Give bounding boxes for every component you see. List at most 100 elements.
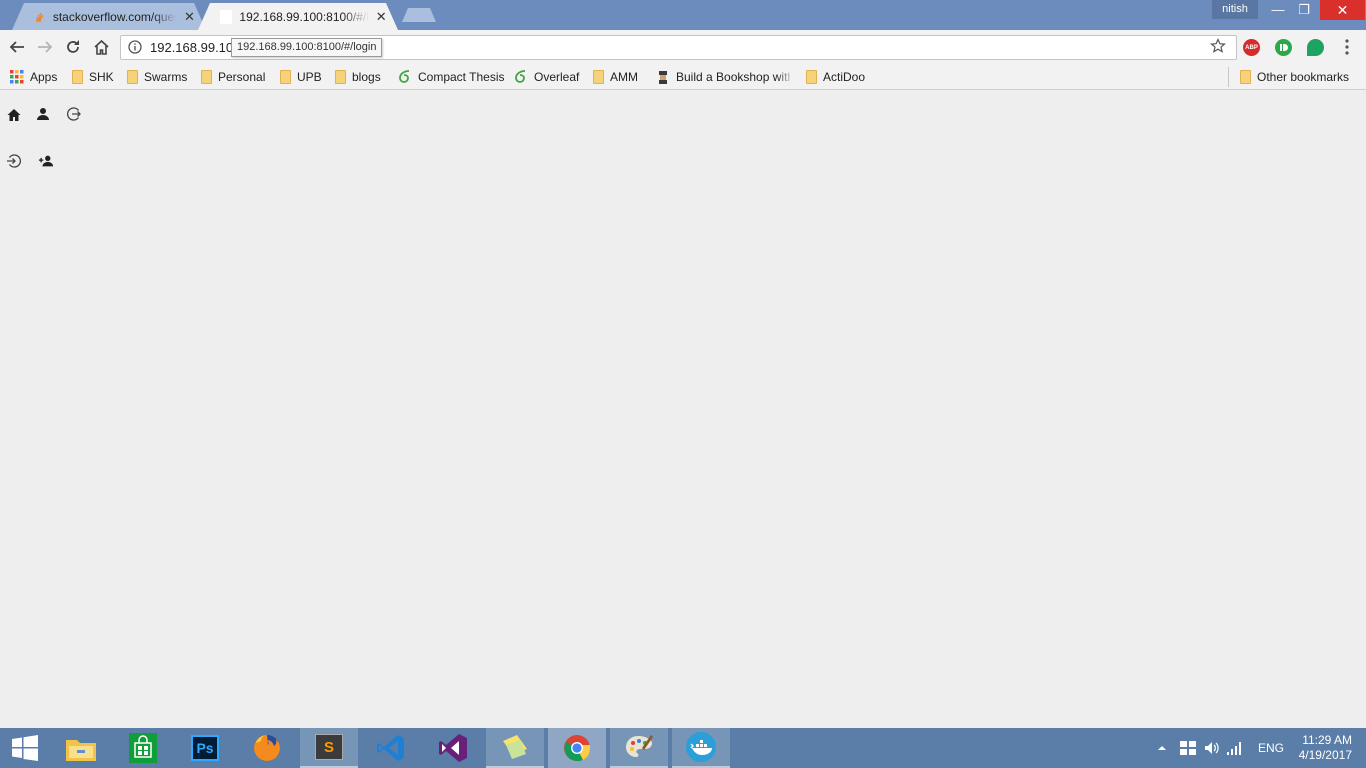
grammarly-icon[interactable] [1275, 39, 1292, 56]
visual-studio-icon[interactable] [424, 728, 482, 768]
bookmark-label: Apps [30, 70, 58, 84]
firefox-icon[interactable] [238, 728, 296, 768]
close-tab-icon[interactable]: ✕ [375, 9, 388, 25]
bookmark-upb[interactable]: UPB [280, 68, 322, 86]
tab-stackoverflow[interactable]: stackoverflow.com/quest ✕ [12, 3, 206, 30]
bookmark-swarms[interactable]: Swarms [127, 68, 187, 86]
logout-icon[interactable] [66, 106, 82, 122]
sticky-notes-icon[interactable] [486, 728, 544, 768]
bookmark-personal[interactable]: Personal [201, 68, 265, 86]
home-button[interactable] [90, 36, 112, 58]
docker-icon[interactable] [672, 728, 730, 768]
overleaf-icon [399, 70, 410, 83]
folder-icon [280, 70, 291, 84]
bookmark-overleaf[interactable]: Overleaf [514, 68, 579, 86]
bookmark-label: Overleaf [534, 70, 580, 84]
bookmark-label: blogs [352, 70, 381, 84]
reload-button[interactable] [62, 36, 84, 58]
clock-time: 11:29 AM [1302, 733, 1352, 747]
clock[interactable]: 11:29 AM 4/19/2017 [1290, 733, 1352, 763]
bookmark-label: Other bookmarks [1257, 70, 1350, 84]
person-icon[interactable] [35, 106, 51, 122]
folder-yellow-icon [66, 740, 96, 761]
bookmark-star-icon[interactable] [1210, 38, 1226, 54]
bookmark-shk[interactable]: SHK [72, 68, 114, 86]
photoshop-icon[interactable]: Ps [176, 728, 234, 768]
chrome-logo-icon [564, 735, 591, 762]
folder-icon [1240, 70, 1251, 84]
tab-login[interactable]: 192.168.99.100:8100/#/lo ✕ [198, 3, 398, 30]
tab-title: 192.168.99.100:8100/#/lo [239, 9, 369, 24]
title-bar: stackoverflow.com/quest ✕ 192.168.99.100… [0, 0, 1366, 30]
bookmark-build-a-bookshop[interactable]: Build a Bookshop with [656, 68, 790, 86]
folder-icon [127, 70, 138, 84]
bookmarks-separator [1228, 67, 1229, 87]
paint-palette-icon [626, 735, 653, 757]
system-tray: ENG [1156, 728, 1284, 768]
adblock-plus-icon[interactable]: ABP [1243, 39, 1260, 56]
bookmark-other[interactable]: Other bookmarks [1240, 68, 1349, 86]
folder-icon [806, 70, 817, 84]
restore-button[interactable]: ❐ [1290, 0, 1318, 20]
photoshop-badge: Ps [191, 735, 219, 761]
bookmark-amm[interactable]: AMM [593, 68, 638, 86]
minimize-button[interactable]: — [1264, 0, 1292, 20]
bookmark-actidoo[interactable]: ActiDoo [806, 68, 865, 86]
reload-icon [67, 40, 79, 53]
bookmark-label: ActiDoo [823, 70, 866, 84]
tab-title: stackoverflow.com/quest [52, 9, 178, 24]
profile-button[interactable]: nitish [1212, 0, 1258, 19]
windows-taskbar: Ps S ENG 11:29 AM 4/19/2017 [0, 728, 1366, 768]
visual-studio-logo-icon [439, 734, 467, 762]
store-icon[interactable] [114, 728, 172, 768]
file-explorer-icon[interactable] [52, 728, 110, 768]
bookmarks-bar: Apps SHK Swarms Personal UPB blogs Compa… [0, 64, 1366, 90]
bookmark-label: SHK [89, 70, 114, 84]
clock-date: 4/19/2017 [1298, 748, 1352, 762]
apps-grid-icon [10, 70, 24, 84]
more-vertical-icon[interactable] [1344, 39, 1350, 55]
bookmark-apps[interactable]: Apps [10, 68, 57, 86]
folder-icon [72, 70, 83, 84]
folder-icon [593, 70, 604, 84]
login-icon[interactable] [6, 153, 22, 169]
folder-icon [201, 70, 212, 84]
windows-logo-icon [12, 735, 38, 761]
language-indicator[interactable]: ENG [1258, 741, 1284, 755]
close-tab-icon[interactable]: ✕ [183, 9, 196, 25]
back-button[interactable] [6, 36, 28, 58]
close-window-button[interactable]: ✕ [1320, 0, 1365, 20]
vscode-icon[interactable] [362, 728, 420, 768]
store-bag-icon [129, 733, 157, 763]
paint-icon[interactable] [610, 728, 668, 768]
bookmark-compact-thesis[interactable]: Compact Thesis [398, 68, 504, 86]
url-tooltip: 192.168.99.100:8100/#/login [231, 38, 383, 57]
home-icon[interactable] [6, 107, 22, 123]
network-icon[interactable] [1180, 741, 1196, 755]
sublime-text-icon[interactable]: S [300, 728, 358, 768]
new-tab-button[interactable] [402, 8, 436, 22]
chrome-icon[interactable] [548, 728, 606, 768]
arrow-right-icon [38, 41, 53, 53]
blank-page-icon [218, 9, 233, 25]
info-icon[interactable] [128, 40, 142, 54]
overleaf-icon [515, 70, 526, 83]
person-add-icon[interactable] [38, 153, 54, 169]
wifi-signal-icon[interactable] [1226, 741, 1242, 755]
hangouts-icon[interactable] [1307, 39, 1324, 56]
docker-logo-icon [686, 732, 716, 762]
firefox-logo-icon [254, 735, 280, 761]
stackoverflow-icon [32, 9, 47, 25]
chevron-up-icon[interactable] [1156, 743, 1168, 753]
arrow-left-icon [9, 41, 24, 53]
volume-icon[interactable] [1204, 741, 1220, 755]
bookmark-blogs[interactable]: blogs [335, 68, 381, 86]
bookmark-label: Compact Thesis [418, 70, 505, 84]
start-button[interactable] [0, 728, 50, 768]
forward-button[interactable] [34, 36, 56, 58]
bookmark-label: Build a Bookshop with [676, 70, 790, 84]
folder-icon [335, 70, 346, 84]
bookmark-label: Personal [218, 70, 266, 84]
bookshop-icon [659, 71, 667, 84]
sublime-badge: S [315, 734, 343, 760]
